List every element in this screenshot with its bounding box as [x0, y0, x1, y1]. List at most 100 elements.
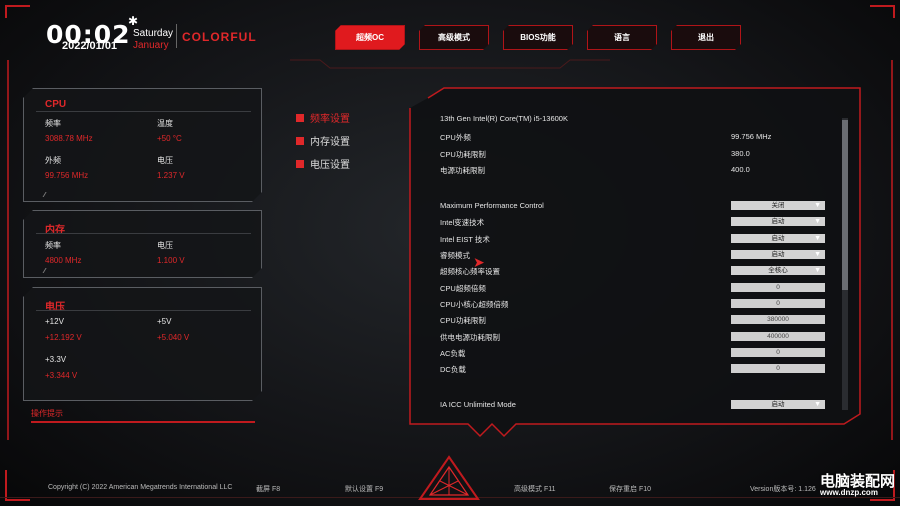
- info-value: 380.0: [731, 149, 750, 158]
- divider: [36, 310, 251, 311]
- setting-select[interactable]: 启动 ▼: [731, 400, 825, 409]
- setting-label: 睿频模式: [440, 251, 470, 260]
- cpu-freq-label: 频率: [45, 119, 61, 128]
- panel-decoration: ⁄⁄⁄⁄: [44, 268, 45, 275]
- menu-memory-settings[interactable]: 内存设置: [296, 133, 350, 148]
- red-square-icon: [296, 136, 304, 145]
- mem-volt-value: 1.100 V: [157, 256, 185, 265]
- clock-date: 2022/01/01: [62, 40, 118, 52]
- colorful-emblem-icon: [418, 455, 480, 500]
- info-value: 99.756 MHz: [731, 132, 772, 141]
- select-value: 全核心: [768, 267, 788, 274]
- cpu-panel: CPU 频率 3088.78 MHz 温度 +50 °C 外频 99.756 M…: [23, 88, 262, 202]
- setting-input[interactable]: 0: [731, 283, 825, 292]
- setting-label: Intel变速技术: [440, 218, 485, 227]
- watermark-url: www.dnzp.com: [820, 488, 878, 497]
- setting-label: 超频核心频率设置: [440, 267, 500, 276]
- setting-select[interactable]: 关闭 ▼: [731, 201, 825, 210]
- v12-label: +12V: [45, 317, 64, 326]
- cpu-model: 13th Gen Intel(R) Core(TM) i5-13600K: [440, 114, 568, 123]
- copyright: Copyright (C) 2022 American Megatrends I…: [48, 484, 233, 491]
- v33-label: +3.3V: [45, 355, 67, 364]
- setting-label: CPU小核心超频倍频: [440, 300, 509, 309]
- cpu-bclk-label: 外频: [45, 156, 61, 165]
- cpu-volt-label: 电压: [157, 156, 173, 165]
- v5-label: +5V: [157, 317, 172, 326]
- menu-item-label: 电压设置: [310, 160, 350, 171]
- dropdown-arrow-icon: ▼: [814, 202, 821, 209]
- v5-value: +5.040 V: [157, 333, 190, 342]
- v33-value: +3.344 V: [45, 371, 78, 380]
- setting-input[interactable]: 380000: [731, 315, 825, 324]
- voltage-panel: 电压 +12V +12.192 V +5V +5.040 V +3.3V +3.…: [23, 287, 262, 401]
- mem-freq-label: 频率: [45, 241, 61, 250]
- select-value: 启动: [771, 218, 785, 225]
- menu-item-label: 内存设置: [310, 137, 350, 148]
- divider: [36, 233, 251, 234]
- weekday-label: Saturday: [133, 28, 174, 39]
- month-label: January: [133, 40, 169, 51]
- panel-decoration: ⁄⁄⁄⁄: [44, 192, 45, 199]
- cpu-temp-label: 温度: [157, 119, 173, 128]
- info-label: 电源功耗限制: [440, 166, 485, 175]
- brand-logo: COLORFUL: [182, 30, 257, 44]
- advanced-hotkey[interactable]: 高级模式 F11: [514, 484, 556, 494]
- cpu-freq-value: 3088.78 MHz: [45, 134, 93, 143]
- red-square-icon: [296, 113, 304, 122]
- dropdown-arrow-icon: ▼: [814, 267, 821, 274]
- menu-voltage-settings[interactable]: 电压设置: [296, 156, 350, 171]
- tab-bios-features[interactable]: BIOS功能: [503, 25, 573, 50]
- info-label: CPU功耗限制: [440, 150, 486, 159]
- tab-language[interactable]: 语言: [587, 25, 657, 50]
- red-square-icon: [296, 159, 304, 168]
- defaults-hotkey[interactable]: 默认设置 F9: [345, 484, 383, 494]
- divider: [36, 111, 251, 112]
- cpu-volt-value: 1.237 V: [157, 171, 185, 180]
- setting-input[interactable]: 0: [731, 299, 825, 308]
- cpu-panel-title: CPU: [45, 99, 67, 110]
- tab-oc[interactable]: 超频OC: [335, 25, 405, 50]
- menu-frequency-settings[interactable]: 频率设置: [296, 110, 350, 125]
- setting-select[interactable]: 启动 ▼: [731, 234, 825, 243]
- select-value: 启动: [771, 251, 785, 258]
- setting-label: Maximum Performance Control: [440, 201, 544, 210]
- mem-freq-value: 4800 MHz: [45, 256, 82, 265]
- select-value: 启动: [771, 235, 785, 242]
- screenshot-hotkey[interactable]: 截屏 F8: [256, 484, 280, 494]
- version-label: Version版本号: 1.126: [750, 486, 816, 493]
- setting-input[interactable]: 0: [731, 364, 825, 373]
- setting-label: CPU超频倍频: [440, 284, 486, 293]
- setting-input[interactable]: 0: [731, 348, 825, 357]
- setting-label: Intel EIST 技术: [440, 235, 490, 244]
- setting-label: AC负载: [440, 349, 466, 358]
- gear-icon[interactable]: ✱: [128, 14, 138, 28]
- setting-label: DC负载: [440, 365, 466, 374]
- setting-label: 供电电源功耗限制: [440, 333, 500, 342]
- cpu-temp-value: +50 °C: [157, 134, 182, 143]
- setting-select[interactable]: 全核心 ▼: [731, 266, 825, 275]
- memory-panel: 内存 频率 4800 MHz 电压 1.100 V ⁄⁄⁄⁄: [23, 210, 262, 278]
- operation-hint: 操作提示: [31, 409, 63, 418]
- dropdown-arrow-icon: ▼: [814, 251, 821, 258]
- menu-item-label: 频率设置: [310, 114, 350, 125]
- v12-value: +12.192 V: [45, 333, 82, 342]
- setting-select[interactable]: 启动 ▼: [731, 217, 825, 226]
- select-value: 启动: [771, 401, 785, 408]
- brand-divider: [176, 24, 177, 48]
- mem-volt-label: 电压: [157, 241, 173, 250]
- info-label: CPU外频: [440, 133, 471, 142]
- save-restart-hotkey[interactable]: 保存重启 F10: [609, 484, 651, 494]
- scrollbar-thumb[interactable]: [842, 120, 848, 290]
- setting-input[interactable]: 400000: [731, 332, 825, 341]
- setting-select[interactable]: 启动 ▼: [731, 250, 825, 259]
- setting-label: CPU功耗限制: [440, 316, 486, 325]
- setting-label: IA ICC Unlimited Mode: [440, 400, 516, 409]
- cpu-bclk-value: 99.756 MHz: [45, 171, 89, 180]
- dropdown-arrow-icon: ▼: [814, 218, 821, 225]
- info-value: 400.0: [731, 165, 750, 174]
- dropdown-arrow-icon: ▼: [814, 235, 821, 242]
- hint-underline: [31, 421, 255, 423]
- top-tabs: 超频OC 高级模式 BIOS功能 语言 退出: [335, 25, 741, 50]
- tab-advanced[interactable]: 高级模式: [419, 25, 489, 50]
- tab-exit[interactable]: 退出: [671, 25, 741, 50]
